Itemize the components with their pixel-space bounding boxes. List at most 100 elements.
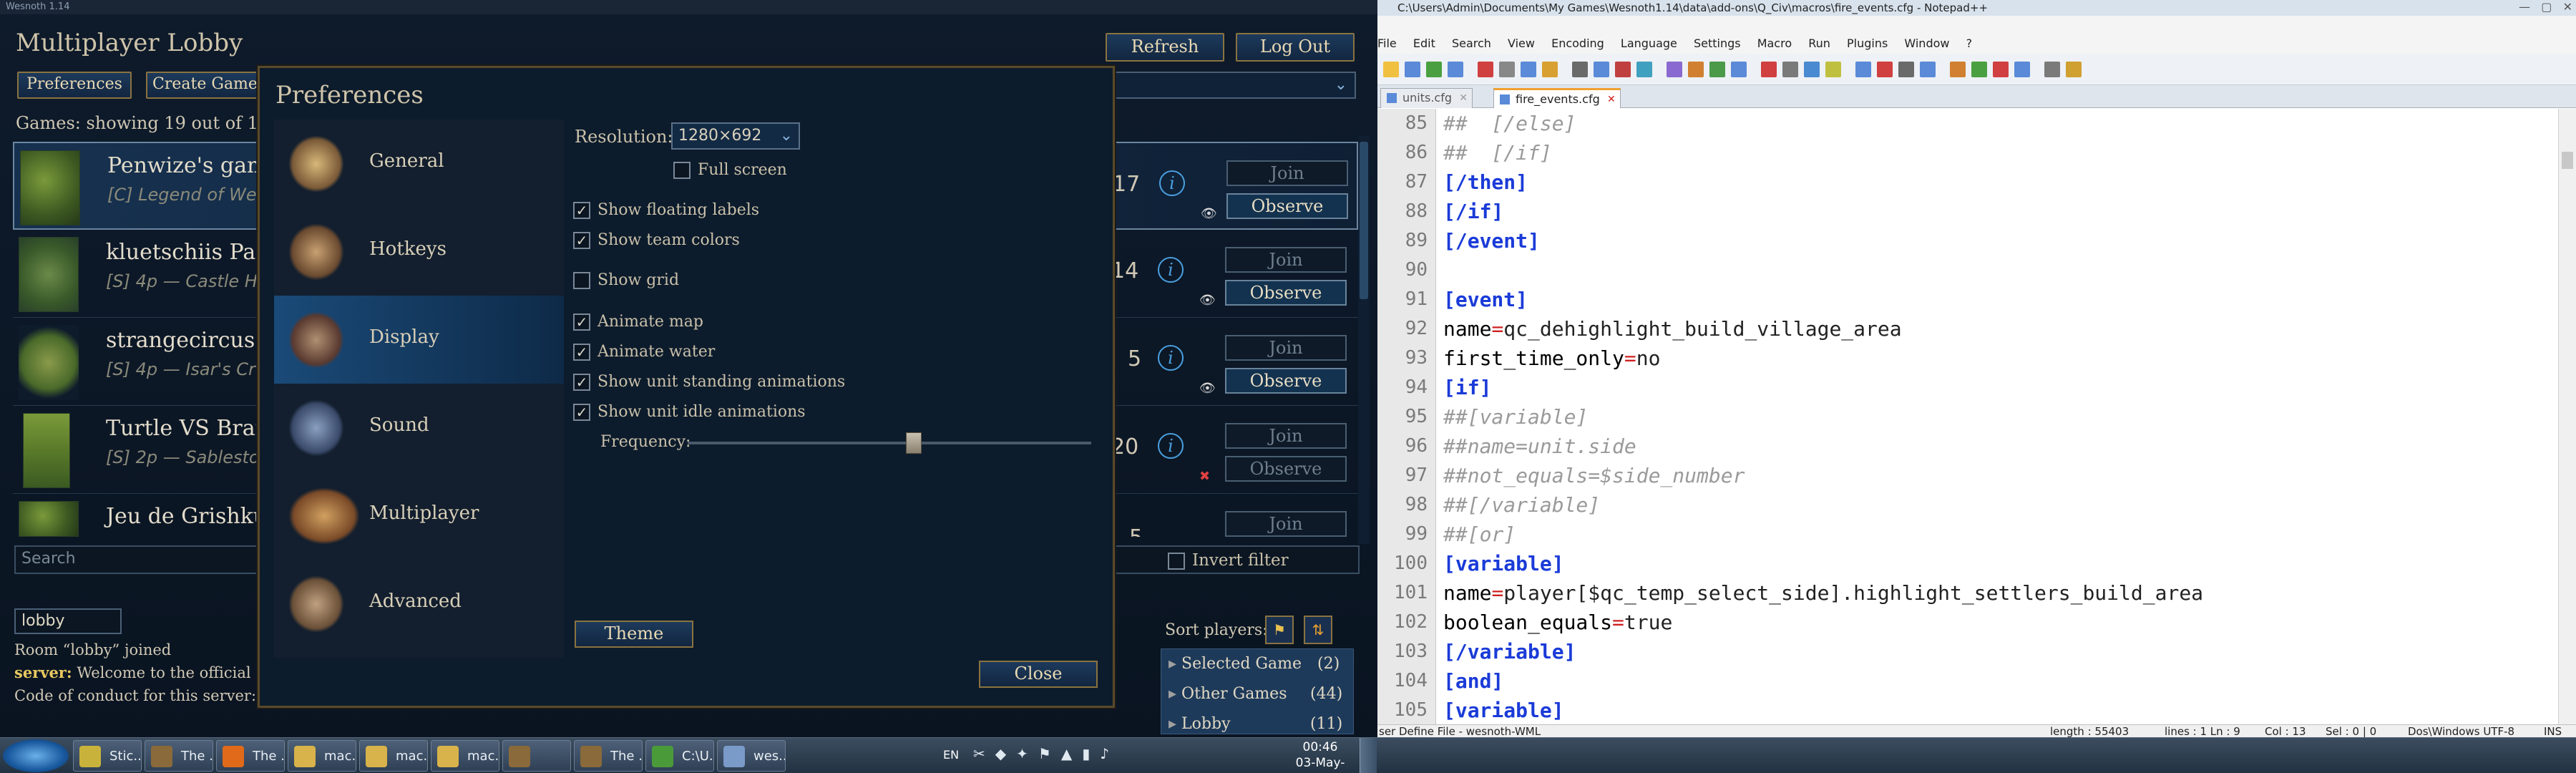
menu-macro[interactable]: Macro <box>1757 37 1792 50</box>
option-animate-water[interactable]: ✓ Animate water <box>573 343 715 361</box>
theme-button[interactable]: Theme <box>575 621 693 648</box>
taskbar-item[interactable] <box>502 740 571 772</box>
menu-help[interactable]: ? <box>1966 37 1973 50</box>
toolbar-button-icon[interactable] <box>1405 62 1420 77</box>
menu-search[interactable]: Search <box>1452 37 1491 50</box>
option-idle-animations[interactable]: ✓ Show unit idle animations <box>573 403 806 421</box>
tab-close-icon[interactable]: ✕ <box>1607 90 1616 109</box>
toolbar-button-icon[interactable] <box>1855 62 1871 77</box>
tab-create-game[interactable]: Create Game <box>146 72 264 99</box>
tray-icon[interactable]: ◆ <box>995 745 1016 762</box>
option-show-grid[interactable]: Show grid <box>573 271 679 289</box>
scroll-thumb[interactable] <box>2562 152 2573 169</box>
tray-icon[interactable]: ⚑ <box>1038 745 1061 762</box>
toolbar-button-icon[interactable] <box>1920 62 1936 77</box>
category-general[interactable]: General <box>274 120 564 208</box>
menu-window[interactable]: Window <box>1904 37 1949 50</box>
tray-icon[interactable]: ✂ <box>973 745 995 762</box>
toolbar-button-icon[interactable] <box>2014 62 2030 77</box>
toolbar-button-icon[interactable] <box>1667 62 1682 77</box>
toolbar-button-icon[interactable] <box>1950 62 1966 77</box>
toolbar-button-icon[interactable] <box>1877 62 1893 77</box>
toolbar-button-icon[interactable] <box>1478 62 1493 77</box>
observe-button[interactable]: Observe <box>1225 280 1347 306</box>
menu-settings[interactable]: Settings <box>1694 37 1741 50</box>
option-standing-animations[interactable]: ✓ Show unit standing animations <box>573 373 845 391</box>
toolbar-button-icon[interactable] <box>1594 62 1609 77</box>
taskbar-item[interactable]: The ... <box>145 740 213 772</box>
room-input[interactable]: lobby <box>14 608 122 634</box>
taskbar-item[interactable]: C:\U... <box>645 740 714 772</box>
taskbar-item[interactable]: mac... <box>431 740 499 772</box>
show-desktop-button[interactable] <box>1360 738 1377 773</box>
option-floating-labels[interactable]: ✓ Show floating labels <box>573 201 759 219</box>
language-indicator[interactable]: EN <box>943 748 959 762</box>
join-button[interactable]: Join <box>1225 335 1347 361</box>
maximize-icon[interactable]: ▢ <box>2541 0 2552 14</box>
toolbar-button-icon[interactable] <box>1761 62 1777 77</box>
tab-units-cfg[interactable]: units.cfg ✕ <box>1380 88 1473 108</box>
menu-view[interactable]: View <box>1508 37 1535 50</box>
fullscreen-checkbox[interactable]: Full screen <box>673 161 787 179</box>
category-multiplayer[interactable]: Multiplayer <box>274 472 564 560</box>
join-button[interactable]: Join <box>1225 423 1347 449</box>
toolbar-button-icon[interactable] <box>1521 62 1536 77</box>
taskbar-item[interactable]: Stic... <box>73 740 142 772</box>
option-animate-map[interactable]: ✓ Animate map <box>573 313 703 331</box>
toolbar-button-icon[interactable] <box>2044 62 2060 77</box>
option-team-colors[interactable]: ✓ Show team colors <box>573 231 740 249</box>
editor-scrollbar[interactable] <box>2558 109 2576 724</box>
menu-encoding[interactable]: Encoding <box>1551 37 1604 50</box>
join-button[interactable]: Join <box>1225 247 1347 273</box>
toolbar-button-icon[interactable] <box>1993 62 2009 77</box>
category-display[interactable]: Display <box>274 296 564 384</box>
sort-by-name-icon[interactable]: ⇅ <box>1304 616 1332 644</box>
join-button[interactable]: Join <box>1226 160 1348 186</box>
toolbar-button-icon[interactable] <box>1804 62 1820 77</box>
observe-button[interactable]: Observe <box>1225 456 1347 482</box>
volume-icon[interactable]: ♪ <box>1100 745 1119 762</box>
slider-thumb[interactable] <box>905 432 922 454</box>
toolbar-button-icon[interactable] <box>1731 62 1747 77</box>
taskbar-item[interactable]: The ... <box>574 740 643 772</box>
toolbar-button-icon[interactable] <box>1448 62 1463 77</box>
toolbar-button-icon[interactable] <box>1572 62 1588 77</box>
taskbar-item[interactable]: wes... <box>717 740 786 772</box>
toolbar-button-icon[interactable] <box>1636 62 1652 77</box>
toolbar-button-icon[interactable] <box>1825 62 1841 77</box>
game-filter-dropdown[interactable]: ⌄ <box>1106 72 1356 99</box>
tab-preferences[interactable]: Preferences <box>17 72 132 99</box>
player-group-other[interactable]: ▸ Other Games <box>1169 685 1287 703</box>
start-button[interactable] <box>3 739 69 772</box>
frequency-slider[interactable] <box>688 432 1091 454</box>
toolbar-button-icon[interactable] <box>2066 62 2082 77</box>
toolbar-button-icon[interactable] <box>1542 62 1558 77</box>
tab-close-icon[interactable]: ✕ <box>1459 89 1468 107</box>
info-icon[interactable]: i <box>1158 433 1184 459</box>
invert-filter-checkbox[interactable]: Invert filter <box>1168 551 1289 570</box>
menu-plugins[interactable]: Plugins <box>1847 37 1888 50</box>
toolbar-button-icon[interactable] <box>1709 62 1725 77</box>
refresh-button[interactable]: Refresh <box>1106 33 1224 62</box>
minimize-icon[interactable]: — <box>2519 0 2530 14</box>
scroll-thumb[interactable] <box>1360 142 1368 299</box>
player-group-selected[interactable]: ▸ Selected Game <box>1169 655 1302 673</box>
menu-file[interactable]: File <box>1377 37 1397 50</box>
game-list-scrollbar[interactable] <box>1358 136 1370 544</box>
toolbar-button-icon[interactable] <box>1971 62 1987 77</box>
player-group-lobby[interactable]: ▸ Lobby <box>1169 715 1231 733</box>
toolbar-button-icon[interactable] <box>1898 62 1914 77</box>
taskbar-item[interactable]: The ... <box>216 740 285 772</box>
code-editor[interactable]: 85 ## [/else] 86 ## [/if] 87 [/then] 88 [/if] 89… <box>1377 109 2558 724</box>
network-icon[interactable]: ▮ <box>1082 745 1100 762</box>
resolution-dropdown[interactable]: 1280×692 ⌄ <box>671 122 800 150</box>
tray-icon[interactable]: ▲ <box>1061 745 1082 762</box>
sort-by-relation-icon[interactable]: ⚑ <box>1265 616 1294 644</box>
menu-language[interactable]: Language <box>1621 37 1677 50</box>
toolbar-button-icon[interactable] <box>1426 62 1442 77</box>
observe-button[interactable]: Observe <box>1226 193 1348 219</box>
toolbar-button-icon[interactable] <box>1782 62 1798 77</box>
info-icon[interactable]: i <box>1158 257 1184 283</box>
toolbar-button-icon[interactable] <box>1615 62 1631 77</box>
taskbar-item[interactable]: mac... <box>288 740 356 772</box>
